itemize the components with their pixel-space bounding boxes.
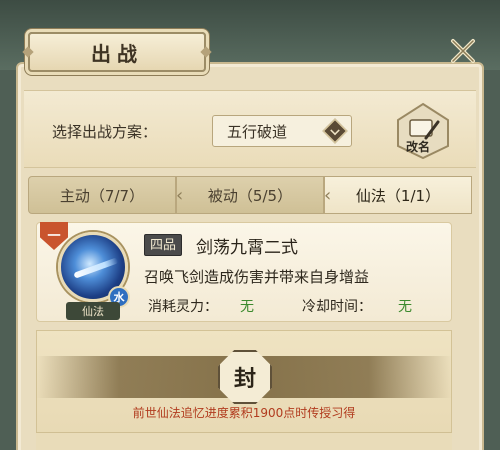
grade-tag: 四品 xyxy=(144,234,183,256)
chevron-down-icon xyxy=(322,118,348,144)
skill-description: 召唤飞剑造成伤害并带来自身增益 xyxy=(144,268,370,286)
close-button[interactable] xyxy=(446,34,480,68)
cooldown-value: 无 xyxy=(398,299,412,315)
title-plate: 出战 xyxy=(28,32,206,72)
skill-type-label: 仙法 xyxy=(66,302,120,320)
unlock-hint: 前世仙法追忆进度累积1900点时传授习得 xyxy=(132,406,356,420)
plan-label: 选择出战方案： xyxy=(52,123,158,141)
seal-icon: 封 xyxy=(218,350,272,404)
flying-sword-icon xyxy=(73,257,119,279)
skill-name: 剑荡九霄二式 xyxy=(196,238,298,258)
rename-label: 改名 xyxy=(406,140,431,154)
next-skill-slot xyxy=(36,432,452,450)
tab-spells[interactable]: 仙法（1/1） xyxy=(324,176,472,214)
tab-active-skills[interactable]: 主动（7/7） xyxy=(28,176,176,214)
cost-label: 消耗灵力： xyxy=(148,299,218,315)
page-title: 出战 xyxy=(91,41,143,66)
background-tabs xyxy=(0,0,500,8)
plan-select-value: 五行破道 xyxy=(227,122,288,141)
cooldown-label: 冷却时间： xyxy=(302,299,372,315)
tab-passive-skills[interactable]: 被动（5/5） xyxy=(176,176,324,214)
skill-tabs: 主动（7/7） 被动（5/5） 仙法（1/1） xyxy=(28,176,472,214)
close-icon xyxy=(451,39,475,63)
cost-value: 无 xyxy=(240,299,254,315)
plan-select[interactable]: 五行破道 xyxy=(212,115,352,147)
